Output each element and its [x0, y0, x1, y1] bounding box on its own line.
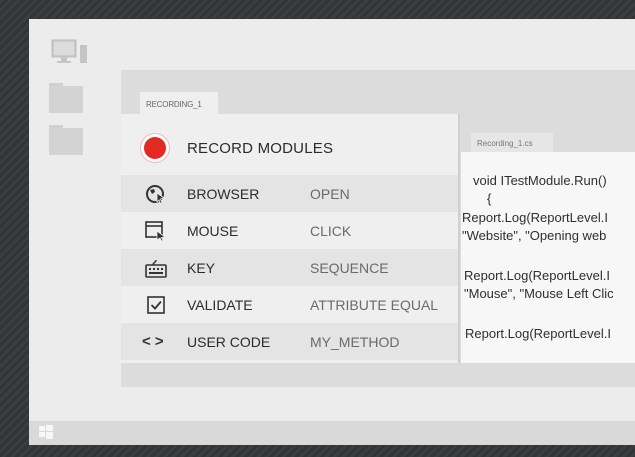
module-row-browser[interactable]: BROWSER OPEN — [121, 175, 459, 212]
record-modules-title: RECORD MODULES — [187, 140, 334, 157]
code-line: Report.Log(ReportLevel.I — [464, 268, 610, 283]
module-row-user-code[interactable]: < > USER CODE MY_METHOD — [121, 323, 459, 360]
tab-code-file[interactable]: Recording_1.cs — [471, 133, 553, 152]
folder-icon[interactable] — [49, 125, 83, 155]
module-name: USER CODE — [187, 334, 271, 350]
code-line: { — [487, 191, 492, 206]
module-row-mouse[interactable]: MOUSE CLICK — [121, 212, 459, 249]
module-row-validate[interactable]: VALIDATE ATTRIBUTE EQUAL — [121, 286, 459, 323]
record-button[interactable] — [140, 133, 170, 163]
module-name: BROWSER — [187, 186, 260, 202]
module-action: SEQUENCE — [310, 260, 389, 276]
folder-icon[interactable] — [49, 83, 83, 113]
taskbar — [29, 421, 635, 445]
computer-icon[interactable] — [51, 39, 89, 67]
code-line: "Website", "Opening web — [462, 228, 607, 243]
module-action: ATTRIBUTE EQUAL — [310, 297, 439, 313]
module-row-key[interactable]: KEY SEQUENCE — [121, 249, 459, 286]
code-editor[interactable]: void ITestModule.Run() { Report.Log(Repo… — [461, 152, 635, 363]
windows-start-icon[interactable] — [39, 425, 53, 439]
module-name: MOUSE — [187, 223, 239, 239]
window-cursor-icon — [145, 221, 167, 241]
recorder-window: RECORDING_1 RECORD MODULES BROWSER OPEN — [121, 70, 635, 387]
keyboard-icon — [145, 259, 167, 278]
code-brackets-icon: < > — [142, 333, 164, 350]
desktop-screen: RECORDING_1 RECORD MODULES BROWSER OPEN — [29, 19, 635, 445]
module-action: CLICK — [310, 223, 352, 239]
code-line: Report.Log(ReportLevel.I — [465, 326, 611, 341]
record-header: RECORD MODULES — [121, 114, 459, 175]
module-name: VALIDATE — [187, 297, 253, 313]
globe-cursor-icon — [146, 185, 165, 204]
tab-recording[interactable]: RECORDING_1 — [140, 92, 218, 114]
module-action: OPEN — [310, 186, 350, 202]
panel-divider — [458, 114, 460, 363]
record-modules-panel: RECORD MODULES BROWSER OPEN MOUSE CLICK … — [121, 114, 459, 363]
module-name: KEY — [187, 260, 216, 276]
code-line: "Mouse", "Mouse Left Clic — [464, 286, 614, 301]
code-line: void ITestModule.Run() — [473, 173, 607, 188]
code-line: Report.Log(ReportLevel.I — [462, 210, 608, 225]
module-action: MY_METHOD — [310, 334, 400, 350]
checkbox-icon — [147, 296, 165, 314]
